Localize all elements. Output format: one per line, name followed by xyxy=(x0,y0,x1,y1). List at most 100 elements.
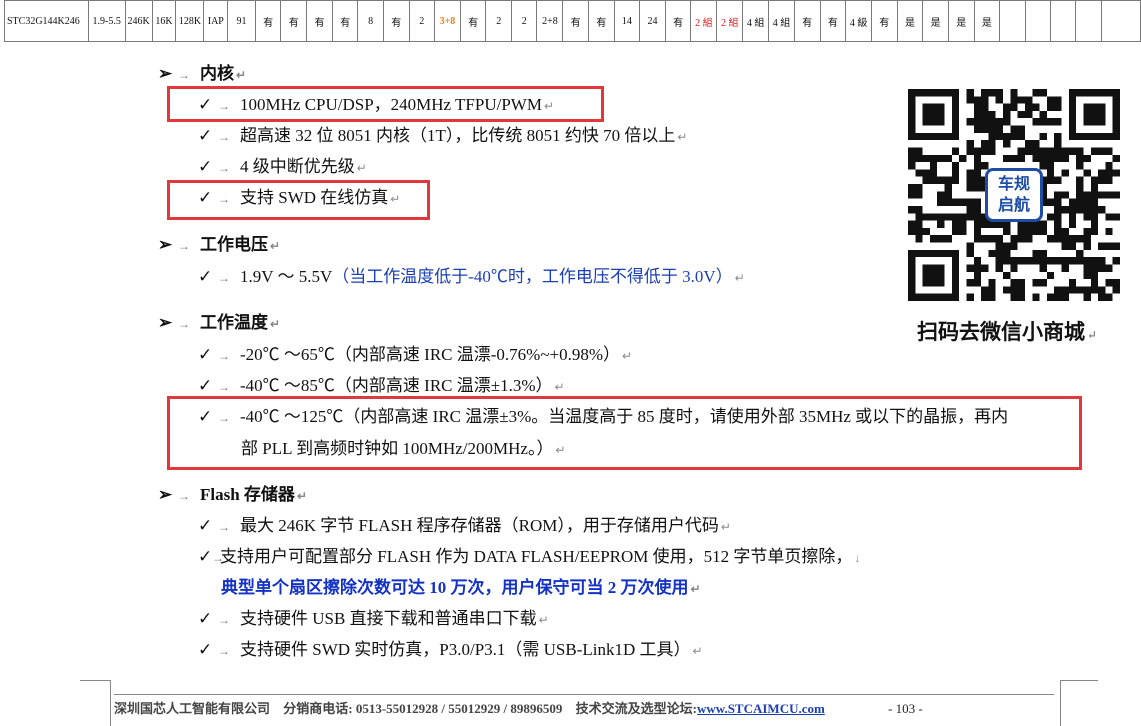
qr-module xyxy=(1039,147,1047,155)
check-icon: ✓ xyxy=(198,516,213,535)
qr-module xyxy=(929,176,938,185)
section-marker-icon: ➢ xyxy=(158,64,173,83)
qr-module xyxy=(973,176,982,185)
table-cell: 有 xyxy=(870,0,898,42)
qr-module xyxy=(1076,147,1084,155)
qr-module xyxy=(1090,286,1099,294)
qr-module xyxy=(1039,110,1047,119)
highlight-box-cpu xyxy=(167,86,604,122)
table-row: STC32G144K246 1.9-5.5 246K 16K 128K IAP 91 有有有有… xyxy=(4,0,1141,42)
qr-module xyxy=(1083,271,1091,280)
table-cell: 有 xyxy=(331,0,359,42)
table-cell: 24 xyxy=(639,0,666,42)
table-cell: 2 xyxy=(510,0,538,42)
qr-module xyxy=(1003,132,1011,141)
qr-module xyxy=(981,264,989,272)
qr-module xyxy=(981,162,989,170)
tab-arrow-icon: → xyxy=(218,613,230,627)
qr-module xyxy=(1098,264,1106,272)
qr-module xyxy=(1083,191,1091,199)
qr-module xyxy=(922,103,945,126)
qr-module xyxy=(959,154,967,163)
qr-module xyxy=(1076,162,1084,170)
qr-module xyxy=(951,227,960,236)
qr-module xyxy=(1076,191,1084,199)
section-flash-heading: ➢ → Flash 存储器 ↵ xyxy=(158,484,307,507)
qr-module xyxy=(981,125,989,133)
footer-company: 深圳国芯人工智能有限公司 xyxy=(114,701,271,716)
qr-module xyxy=(981,96,989,104)
qr-module xyxy=(966,293,974,301)
qr-module xyxy=(1039,227,1047,236)
qr-module xyxy=(1068,198,1077,206)
qr-module xyxy=(1054,205,1062,214)
qr-module xyxy=(1083,242,1091,250)
check-icon: ✓ xyxy=(198,126,213,145)
qr-module xyxy=(973,169,982,177)
qr-module xyxy=(1003,227,1011,236)
table-cell: 91 xyxy=(227,0,256,42)
qr-module xyxy=(1032,103,1040,111)
qr-module xyxy=(1039,118,1047,126)
qr-module xyxy=(966,249,974,258)
table-cell: 有 xyxy=(562,0,589,42)
qr-module xyxy=(981,103,989,111)
qr-module xyxy=(1017,257,1025,265)
qr-module xyxy=(988,235,996,243)
table-cell: 是 xyxy=(922,0,949,42)
section-flash-title: Flash 存储器 xyxy=(200,485,295,504)
qr-module xyxy=(1054,176,1062,185)
qr-module xyxy=(988,118,996,126)
table-cell: 有 xyxy=(254,0,282,42)
table-cell: 16K xyxy=(151,0,177,42)
qr-module xyxy=(1098,205,1106,214)
qr-module xyxy=(995,257,1004,265)
qr-module xyxy=(1010,279,1018,287)
footer-forum-link[interactable]: www.STCAIMCU.com xyxy=(697,701,825,716)
paragraph-mark-icon: ↵ xyxy=(270,239,281,253)
qr-module xyxy=(1061,191,1069,199)
qr-module xyxy=(1105,176,1113,185)
qr-module xyxy=(1098,286,1106,294)
qr-module xyxy=(1090,227,1099,236)
qr-module xyxy=(1112,279,1120,287)
table-cell: 有 xyxy=(587,0,615,42)
qr-module xyxy=(944,176,952,185)
table-cell: 14 xyxy=(613,0,641,42)
qr-module xyxy=(1105,191,1113,199)
qr-module xyxy=(1098,147,1106,155)
table-cell: 128K xyxy=(175,0,205,42)
qr-module xyxy=(1010,293,1018,301)
qr-module xyxy=(929,162,938,170)
qr-module xyxy=(981,110,989,119)
table-cell: 是 xyxy=(947,0,975,42)
qr-caption-text: 扫码去微信小商城 xyxy=(917,319,1085,344)
qr-module xyxy=(1090,271,1099,280)
tab-arrow-icon: → xyxy=(218,380,230,394)
section-core-heading: ➢ → 内核 ↵ xyxy=(158,63,246,86)
qr-module xyxy=(929,235,938,243)
qr-module xyxy=(915,205,923,214)
qr-module xyxy=(915,235,923,243)
qr-module xyxy=(1046,271,1055,280)
qr-module xyxy=(922,169,930,177)
qr-module xyxy=(995,125,1004,133)
qr-module xyxy=(937,176,945,185)
qr-module xyxy=(1039,249,1047,258)
qr-module xyxy=(959,227,967,236)
qr-module xyxy=(1017,147,1025,155)
qr-module xyxy=(1010,154,1018,163)
section-voltage-heading: ➢ → 工作电压 ↵ xyxy=(158,234,280,257)
qr-module xyxy=(966,242,974,250)
qr-module xyxy=(1054,235,1062,243)
check-icon: ✓ xyxy=(198,376,213,395)
qr-module xyxy=(1090,184,1099,192)
qr-module xyxy=(1010,96,1018,104)
table-cell: 2 組 xyxy=(716,0,744,42)
paragraph-mark-icon: ↵ xyxy=(356,161,367,175)
table-cell: 4 組 xyxy=(742,0,770,42)
qr-module xyxy=(1017,154,1025,163)
tab-arrow-icon: → xyxy=(218,349,230,363)
qr-module xyxy=(915,154,923,163)
qr-module xyxy=(973,235,982,243)
